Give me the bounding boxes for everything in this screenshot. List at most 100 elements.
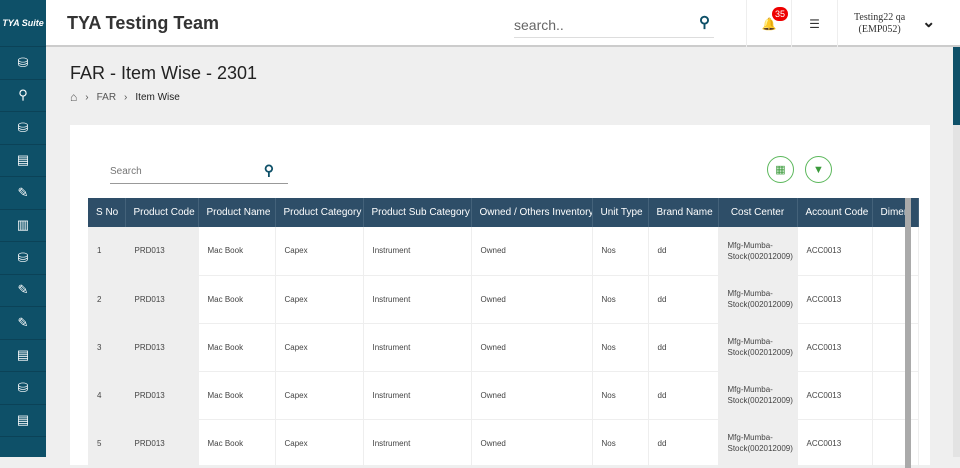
database-icon: ⛁ [17,379,29,395]
user-menu[interactable]: Testing22 qa (EMP052) [854,12,905,36]
column-header[interactable]: S No [88,198,126,227]
table-cell [872,419,919,468]
table-cell: ACC0013 [797,227,873,276]
filter-icon: ▼ [813,163,824,176]
sidebar-item[interactable]: ⛁ [0,372,46,405]
chevron-right-icon: › [85,91,89,103]
table-cell: ACC0013 [797,419,873,468]
breadcrumb-far[interactable]: FAR [97,92,116,103]
edit-document-icon: ✎ [17,282,29,298]
search-icon[interactable]: ⚲ [264,162,274,179]
table-row[interactable]: 2 PRD013 Mac Book Capex Instrument Owned Nos dd… [88,275,919,324]
table-cell: Instrument [363,419,472,468]
table-cell: Mac Book [198,227,276,276]
column-header[interactable]: Cost Center [718,198,798,227]
table-cell: dd [648,275,719,324]
table-cell: PRD013 [125,323,199,372]
table-search: ⚲ [110,158,288,184]
table-cell: Capex [275,323,364,372]
data-table: S No Product Code Product Name Product Cate… [88,198,919,468]
table-cell: Nos [592,371,649,420]
table-cell: Mfg-Mumba-Stock(002012009) [718,227,798,276]
table-cell: ACC0013 [797,371,873,420]
document-icon: ▤ [16,412,30,428]
sidebar-item[interactable]: ▥ [0,210,46,242]
home-icon[interactable]: ⌂ [70,90,77,104]
table-cell: Nos [592,419,649,468]
database-icon: ⛁ [17,119,29,135]
breadcrumb: ⌂ › FAR › Item Wise [70,90,180,104]
table-row[interactable]: 3 PRD013 Mac Book Capex Instrument Owned Nos dd… [88,323,919,372]
page-title: FAR - Item Wise - 2301 [70,63,258,83]
table-cell: Capex [275,275,364,324]
column-header[interactable]: Product Code [125,198,199,227]
sidebar-item[interactable]: ▤ [0,340,46,372]
table-cell: Nos [592,323,649,372]
app-title: TYA Testing Team [67,13,220,33]
column-header[interactable]: Dimen [872,198,919,227]
edit-document-icon: ✎ [17,184,29,200]
table-cell: Mfg-Mumba-Stock(002012009) [718,419,798,468]
table-row[interactable]: 5 PRD013 Mac Book Capex Instrument Owned Nos dd… [88,419,919,468]
excel-icon: ▦ [775,164,786,176]
column-header[interactable]: Account Code [797,198,873,227]
table-cell: ACC0013 [797,323,873,372]
table-cell: Instrument [363,275,472,324]
location-icon: ⚲ [18,87,28,103]
table-cell: Mfg-Mumba-Stock(002012009) [718,371,798,420]
table-cell: Owned [471,323,593,372]
table-cell: Owned [471,275,593,324]
table-cell: Mac Book [198,419,276,468]
table-cell [872,275,919,324]
user-name: Testing22 qa [854,12,906,23]
document-icon: ▤ [16,152,30,168]
sidebar-item[interactable]: ⚲ [0,80,46,112]
filter-button[interactable]: ▼ [805,156,832,183]
table-cell: Mac Book [198,323,276,372]
chevron-right-icon: › [124,91,128,103]
search-icon[interactable]: ⚲ [699,13,710,31]
report-card: ⚲ ▦ ▼ S NoProduct CodeProduct NameProduc… [70,125,930,468]
table-cell: 4 [88,371,126,420]
sidebar-item[interactable]: ▤ [0,405,46,437]
table-cell: Mfg-Mumba-Stock(002012009) [718,275,798,324]
column-header[interactable]: Product Category [275,198,364,227]
sidebar: TYA Suite ⛁ ⚲ ⛁ ▤ ✎ ▥ ⛁ ✎ ✎ ▤ ⛁ ▤ [0,0,46,457]
table-cell: Capex [275,371,364,420]
chevron-down-icon[interactable]: ⌄ [922,12,935,32]
sidebar-item[interactable]: ▤ [0,145,46,177]
column-header[interactable]: Unit Type [592,198,649,227]
sidebar-item[interactable]: ✎ [0,307,46,340]
table-cell: Instrument [363,227,472,276]
table-search-input[interactable] [110,166,250,177]
table-cell: 1 [88,227,126,276]
column-header[interactable]: Owned / Others Inventory [471,198,593,227]
column-header[interactable]: Brand Name [648,198,719,227]
table-row[interactable]: 4 PRD013 Mac Book Capex Instrument Owned Nos dd… [88,371,919,420]
table-cell: PRD013 [125,371,199,420]
table-scrollbar[interactable] [905,198,911,468]
table-row[interactable]: 1 PRD013 Mac Book Capex Instrument Owned Nos dd… [88,227,919,276]
document-icon: ▤ [16,347,30,363]
logo[interactable]: TYA Suite [0,0,46,47]
header-search-input[interactable] [514,16,684,33]
report-icon: ▥ [16,217,30,233]
table-cell: Owned [471,371,593,420]
menu-button[interactable]: ☰ [792,0,838,47]
sidebar-item[interactable]: ⛁ [0,47,46,80]
sidebar-item[interactable]: ✎ [0,177,46,210]
sidebar-item[interactable]: ✎ [0,275,46,307]
column-header[interactable]: Product Sub Category [363,198,472,227]
table-cell: Owned [471,227,593,276]
table-cell: 2 [88,275,126,324]
table-cell: Mac Book [198,275,276,324]
column-header[interactable]: Product Name [198,198,276,227]
table-cell: dd [648,371,719,420]
sidebar-item[interactable]: ⛁ [0,242,46,275]
table-cell: Capex [275,227,364,276]
export-excel-button[interactable]: ▦ [767,156,794,183]
notifications-button[interactable]: 🔔 35 [746,0,792,47]
page-scrollbar[interactable] [953,47,960,457]
user-id: (EMP052) [858,24,901,35]
sidebar-item[interactable]: ⛁ [0,112,46,145]
